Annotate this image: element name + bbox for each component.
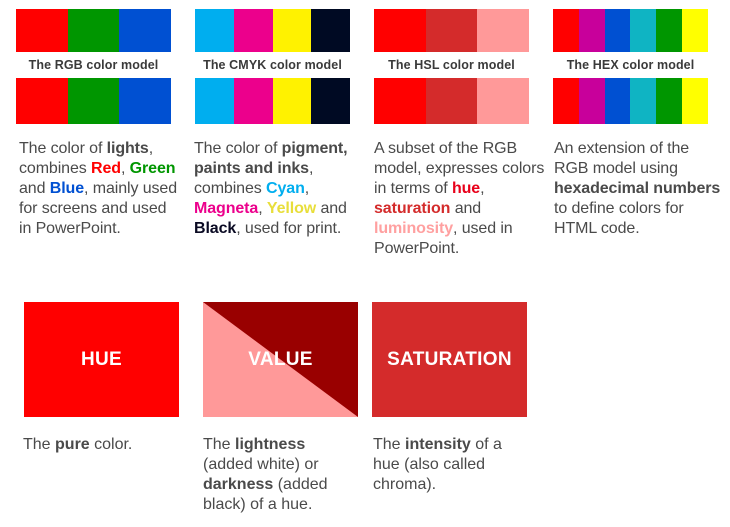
color-swatch — [553, 78, 579, 124]
rgb-swatch-bar-bottom — [16, 78, 172, 124]
color-swatch — [233, 78, 273, 124]
text-span: and — [316, 200, 347, 217]
rgb-model: The RGB color model — [16, 9, 172, 124]
hue-card-label: HUE — [80, 348, 122, 370]
value-card-label: VALUE — [248, 348, 313, 370]
emphasis-text: hue — [451, 180, 481, 197]
color-swatch — [272, 9, 312, 52]
emphasis-text: lights — [106, 140, 149, 157]
emphasis-text: Cyan — [266, 180, 305, 197]
color-swatch — [425, 9, 478, 52]
cmyk-description: The color of pigment, paints and inks, c… — [194, 139, 358, 239]
color-swatch — [425, 78, 478, 124]
emphasis-text: Red — [91, 160, 121, 177]
color-swatch — [682, 9, 708, 52]
color-swatch — [630, 78, 657, 124]
color-swatch — [578, 9, 605, 52]
text-span: (added white) or — [203, 456, 319, 473]
text-span: , used for print. — [236, 220, 342, 237]
text-span: The color of — [19, 140, 107, 157]
rgb-model-label: The RGB color model — [28, 58, 159, 72]
color-swatch — [682, 78, 708, 124]
color-swatch — [630, 9, 657, 52]
hex-description: An extension of the RGB model using hexa… — [554, 139, 722, 239]
emphasis-text: lightness — [235, 436, 306, 453]
color-swatch — [477, 9, 530, 52]
hsl-model-label: The HSL color model — [388, 58, 515, 72]
emphasis-text: Yellow — [266, 200, 317, 217]
text-span: An extension of the RGB model using — [554, 140, 690, 177]
color-swatch — [604, 9, 631, 52]
hsl-swatch-bar-bottom — [374, 78, 530, 124]
cmyk-model-label: The CMYK color model — [203, 58, 342, 72]
emphasis-text: darkness — [203, 476, 274, 493]
color-swatch — [195, 78, 234, 124]
hex-model-label: The HEX color model — [566, 58, 695, 72]
text-span: The — [23, 436, 56, 453]
color-swatch — [656, 9, 683, 52]
text-span: , — [258, 200, 267, 217]
value-card: VALUE — [203, 302, 358, 417]
text-span: and — [19, 180, 50, 197]
cmyk-model: The CMYK color model — [195, 9, 350, 124]
emphasis-text: saturation — [374, 200, 451, 217]
color-swatch — [233, 9, 273, 52]
color-swatch — [119, 9, 172, 52]
text-span: , — [120, 160, 130, 177]
emphasis-text: Green — [129, 160, 176, 177]
cmyk-swatch-bar-bottom — [195, 78, 350, 124]
text-span: , — [304, 180, 310, 197]
color-swatch — [477, 78, 530, 124]
text-span: The — [203, 436, 236, 453]
saturation-card: SATURATION — [372, 302, 527, 417]
text-span: and — [450, 200, 482, 217]
color-swatch — [311, 9, 350, 52]
color-swatch — [67, 78, 120, 124]
color-swatch — [272, 78, 312, 124]
emphasis-text: Black — [194, 220, 237, 237]
text-span: to define colors for HTML code. — [554, 200, 684, 237]
rgb-swatch-bar-top — [16, 9, 172, 52]
text-span: color. — [89, 436, 133, 453]
cmyk-swatch-bar-top — [195, 9, 350, 52]
emphasis-text: Blue — [49, 180, 85, 197]
hsl-description: A subset of the RGB model, expresses col… — [374, 139, 546, 259]
color-swatch — [311, 78, 350, 124]
value-description: The lightness (added white) or darkness … — [203, 435, 353, 515]
hsl-swatch-bar-top — [374, 9, 530, 52]
text-span: The color of — [194, 140, 282, 157]
hex-model: The HEX color model — [553, 9, 708, 124]
color-swatch — [16, 9, 68, 52]
color-swatch — [578, 78, 605, 124]
color-swatch — [119, 78, 172, 124]
saturation-description: The intensity of a hue (also called chro… — [373, 435, 523, 495]
color-swatch — [16, 78, 68, 124]
emphasis-text: hexadecimal numbers — [554, 180, 721, 197]
emphasis-text: luminosity — [374, 220, 454, 237]
hex-swatch-bar-bottom — [553, 78, 708, 124]
color-swatch — [553, 9, 579, 52]
hue-description: The pure color. — [23, 435, 183, 455]
text-span: , — [480, 180, 485, 197]
color-swatch — [656, 78, 683, 124]
hex-swatch-bar-top — [553, 9, 708, 52]
hsl-model: The HSL color model — [374, 9, 530, 124]
color-swatch — [67, 9, 120, 52]
color-swatch — [374, 78, 426, 124]
emphasis-text: intensity — [405, 436, 471, 453]
color-swatch — [374, 9, 426, 52]
color-swatch — [195, 9, 234, 52]
rgb-description: The color of lights, combines Red, Green… — [19, 139, 179, 239]
emphasis-text: pure — [55, 436, 90, 453]
color-swatch — [604, 78, 631, 124]
text-span: The — [373, 436, 406, 453]
hue-card: HUE — [24, 302, 179, 417]
saturation-card-label: SATURATION — [387, 348, 512, 370]
emphasis-text: Magneta — [194, 200, 259, 217]
